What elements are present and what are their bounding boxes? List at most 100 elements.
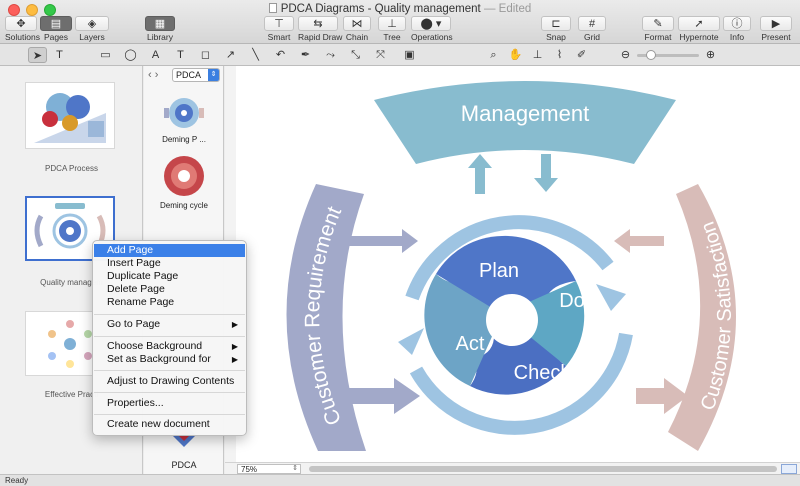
library-button[interactable]: ▦ Library <box>145 16 175 42</box>
grid-button[interactable]: # Grid <box>578 16 606 42</box>
library-item-label: PDCA <box>171 460 197 470</box>
submenu-arrow-icon: ▶ <box>231 320 238 329</box>
multi-connector-tool-icon[interactable]: ⤧ <box>371 47 390 63</box>
eyedropper-icon[interactable]: ⌇ <box>550 47 569 63</box>
text-box-tool-icon[interactable]: T <box>50 47 69 63</box>
pages-button[interactable]: ▤ Pages <box>40 16 72 42</box>
library-item-deming-cycle-image[interactable] <box>162 152 206 200</box>
cycle-ring-arrowhead-right <box>596 284 626 311</box>
management-up-arrow[interactable] <box>468 154 492 194</box>
canvas-area: Management Customer Requirement Customer… <box>225 66 800 462</box>
text-frame-tool-icon[interactable]: T <box>171 47 190 63</box>
do-label: Do <box>559 290 585 312</box>
page-thumbnail-pdca-process[interactable] <box>25 82 115 149</box>
drawing-tools-bar: ➤ T ▭ ◯ A T ◻ ↗ ╲ ↶ ✒ ⤳ ⤡ ⤧ ▣ ⌕ ✋ ⊥ ⌇ ✐ … <box>0 44 800 66</box>
solutions-icon: ✥ <box>5 16 37 31</box>
callout-tool-icon[interactable]: ◻ <box>196 47 215 63</box>
curve-connector-tool-icon[interactable]: ⤳ <box>321 47 340 63</box>
chain-icon: ⋈ <box>343 16 371 31</box>
format-button[interactable]: ✎ Format <box>642 16 674 42</box>
act-label: Act <box>456 333 485 355</box>
page-label: PDCA Process <box>45 164 98 173</box>
menu-item-duplicate-page[interactable]: Duplicate Page <box>94 270 245 283</box>
window-title: PDCA Diagrams - Quality management — Edi… <box>0 3 800 15</box>
fit-page-icon[interactable] <box>781 464 797 474</box>
note-tool-icon[interactable]: ▣ <box>400 47 419 63</box>
layers-icon: ◈ <box>75 16 109 31</box>
page-context-menu: Add Page Insert Page Duplicate Page Dele… <box>92 240 247 436</box>
zoom-slider-knob[interactable] <box>646 50 656 60</box>
cycle-ring-arrowhead-left <box>398 328 424 355</box>
rapid-draw-icon: ⇆ <box>298 16 338 31</box>
stamp-icon[interactable]: ⊥ <box>528 47 547 63</box>
format-painter-icon[interactable]: ✐ <box>572 47 591 63</box>
pointer-tool-icon[interactable]: ➤ <box>28 47 47 63</box>
library-icon: ▦ <box>145 16 175 31</box>
ellipse-tool-icon[interactable]: ◯ <box>121 47 140 63</box>
tree-button[interactable]: ⊥ Tree <box>378 16 406 42</box>
present-icon: ▶ <box>760 16 792 31</box>
smart-connector-tool-icon[interactable]: ⤡ <box>346 47 365 63</box>
menu-item-go-to-page[interactable]: Go to Page ▶ <box>94 318 245 331</box>
menu-separator <box>94 414 245 415</box>
rectangle-tool-icon[interactable]: ▭ <box>96 47 115 63</box>
solutions-button[interactable]: ✥ Solutions <box>5 16 40 42</box>
menu-item-create-new-document[interactable]: Create new document <box>94 418 245 431</box>
zoom-in-icon[interactable]: ⊕ <box>701 47 720 63</box>
menu-separator <box>94 392 245 393</box>
drawing-canvas[interactable]: Management Customer Requirement Customer… <box>236 66 800 462</box>
pen-tool-icon[interactable]: ✒ <box>296 47 315 63</box>
library-item-label: Deming P ... <box>162 135 206 144</box>
arc-tool-icon[interactable]: ↶ <box>271 47 290 63</box>
menu-item-adjust-to-drawing-contents[interactable]: Adjust to Drawing Contents <box>94 375 245 388</box>
present-button[interactable]: ▶ Present <box>760 16 792 42</box>
library-select[interactable]: PDCA ⇕ <box>172 68 220 82</box>
menu-separator <box>94 370 245 371</box>
operations-button[interactable]: ⬤ ▾ Operations <box>411 16 453 42</box>
pdca-process-thumbnail-image <box>34 93 106 143</box>
snap-button[interactable]: ⊏ Snap <box>541 16 571 42</box>
menu-item-set-as-background[interactable]: Set as Background for ▶ <box>94 353 245 366</box>
management-label: Management <box>461 101 589 126</box>
menu-item-delete-page[interactable]: Delete Page <box>94 283 245 296</box>
zoom-stepper-icon[interactable]: ⇕ <box>292 464 298 473</box>
wheel-center-hole <box>486 294 538 346</box>
tree-icon: ⊥ <box>378 16 406 31</box>
chain-button[interactable]: ⋈ Chain <box>343 16 371 42</box>
zoom-search-icon[interactable]: ⌕ <box>484 47 503 63</box>
snap-icon: ⊏ <box>541 16 571 31</box>
operations-icon: ⬤ ▾ <box>411 16 451 31</box>
library-item-deming-p-image[interactable] <box>162 94 206 132</box>
zoom-out-icon[interactable]: ⊖ <box>616 47 635 63</box>
menu-item-insert-page[interactable]: Insert Page <box>94 257 245 270</box>
info-button[interactable]: ⓘ Info <box>723 16 751 42</box>
plan-label: Plan <box>479 260 519 282</box>
menu-item-add-page[interactable]: Add Page <box>94 244 245 257</box>
document-icon <box>268 3 277 13</box>
requirement-upper-arrow[interactable] <box>343 229 418 253</box>
library-item-label: Deming cycle <box>159 201 208 210</box>
smart-button[interactable]: ⊤ Smart <box>264 16 294 42</box>
text-tool-icon[interactable]: A <box>146 47 165 63</box>
zoom-field[interactable]: 75% ⇕ <box>237 464 301 474</box>
menu-item-choose-background[interactable]: Choose Background ▶ <box>94 340 245 353</box>
layers-button[interactable]: ◈ Layers <box>75 16 109 42</box>
arrow-line-tool-icon[interactable]: ↗ <box>221 47 240 63</box>
library-nav-arrows[interactable]: ‹ › <box>148 69 158 81</box>
menu-separator <box>94 314 245 315</box>
smart-connector-icon: ⊤ <box>264 16 294 31</box>
management-down-arrow[interactable] <box>534 154 558 192</box>
info-icon: ⓘ <box>723 16 751 31</box>
hand-pan-icon[interactable]: ✋ <box>506 47 525 63</box>
satisfaction-upper-arrow[interactable] <box>614 229 664 253</box>
menu-item-properties[interactable]: Properties... <box>94 397 245 410</box>
horizontal-scroll-thumb[interactable] <box>309 466 777 472</box>
line-tool-icon[interactable]: ╲ <box>246 47 265 63</box>
submenu-arrow-icon: ▶ <box>231 355 238 364</box>
pages-icon: ▤ <box>40 16 72 31</box>
select-arrow-icon: ⇕ <box>208 69 219 81</box>
menu-item-rename-page[interactable]: Rename Page <box>94 296 245 309</box>
hypernote-button[interactable]: ➚ Hypernote <box>678 16 720 42</box>
rapid-draw-button[interactable]: ⇆ Rapid Draw <box>298 16 342 42</box>
check-label: Check <box>514 362 572 384</box>
